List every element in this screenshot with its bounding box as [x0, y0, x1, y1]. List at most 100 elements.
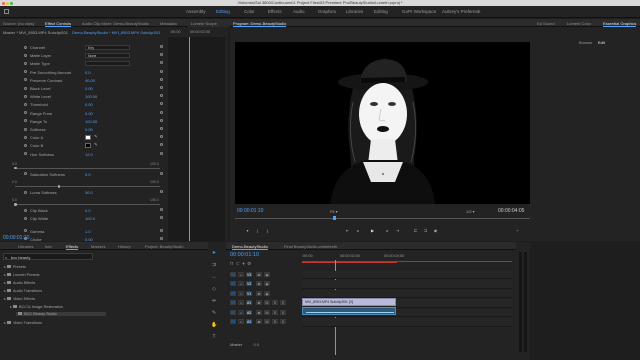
eyedropper-icon[interactable]: ✎ — [94, 142, 98, 148]
track-target[interactable]: A2 — [246, 309, 252, 315]
master-value[interactable]: 0.0 — [253, 342, 259, 347]
button-editor-icon[interactable]: + — [515, 228, 520, 233]
ec-row-value[interactable]: 100.00 — [85, 94, 97, 99]
audio-clip[interactable] — [302, 307, 396, 315]
color-swatch[interactable] — [85, 142, 91, 148]
ec-row-param[interactable]: White Level 100.00 — [0, 93, 228, 101]
stopwatch-icon[interactable] — [24, 70, 27, 74]
effects-tree-item[interactable]: ▸ Presets — [4, 264, 26, 269]
effects-tree-item[interactable]: ▸ Audio Transitions — [4, 288, 42, 293]
linked-selection-icon[interactable]: ⊂ — [236, 261, 240, 266]
slider-knob[interactable] — [14, 166, 17, 170]
tab-project[interactable]: Project: BeautyStudio — [145, 244, 183, 249]
workspace-gopr[interactable]: GoPr Workspace — [402, 9, 436, 14]
reset-parameter-icon[interactable] — [160, 208, 163, 212]
track-header[interactable]: ⌂ A1 ⇄ M S ⚲ — [226, 299, 301, 308]
track-lane[interactable] — [302, 280, 512, 289]
reset-parameter-icon[interactable] — [160, 190, 163, 193]
program-video-frame[interactable] — [235, 42, 530, 204]
sync-lock-icon[interactable]: ⇄ — [256, 290, 262, 296]
mark-in-icon[interactable]: { — [255, 228, 260, 233]
ec-row-param[interactable]: Clip White 100.0 — [0, 215, 228, 223]
lock-icon[interactable]: ⌂ — [238, 309, 244, 315]
tab-final-beautystudio[interactable]: Final BeautyStudio-whiteteeth — [284, 244, 337, 249]
slider-knob[interactable] — [57, 185, 60, 188]
ec-row-param[interactable]: Channel Key — [0, 44, 228, 52]
stopwatch-icon[interactable] — [24, 127, 27, 131]
minimize-window-icon[interactable] — [6, 2, 9, 5]
track-target[interactable]: V1 — [246, 290, 252, 296]
timeline-timecode[interactable]: 00:00:01:10 — [230, 252, 259, 258]
effects-tree-item[interactable]: ▸ Audio Effects — [4, 280, 35, 285]
mute-icon[interactable]: M — [264, 319, 270, 324]
reset-parameter-icon[interactable] — [160, 135, 163, 139]
workspace-editing[interactable]: Editing — [216, 9, 230, 14]
microphone-icon[interactable]: ⚲ — [280, 319, 286, 324]
eye-icon[interactable]: ◉ — [264, 271, 270, 277]
sync-lock-icon[interactable]: ⇄ — [256, 319, 262, 324]
slider-knob[interactable] — [14, 203, 17, 206]
hand-tool-icon[interactable]: ✋ — [211, 322, 217, 328]
lock-icon[interactable]: ⌂ — [238, 319, 244, 324]
reset-parameter-icon[interactable] — [160, 102, 163, 106]
stopwatch-icon[interactable] — [24, 143, 27, 147]
stopwatch-icon[interactable] — [24, 61, 27, 65]
source-patch[interactable] — [230, 319, 236, 324]
slider-track[interactable] — [15, 186, 160, 187]
reset-parameter-icon[interactable] — [160, 171, 163, 175]
ec-row-param[interactable]: Threshold 0.00 — [0, 101, 228, 109]
reset-parameter-icon[interactable] — [160, 143, 163, 147]
lock-icon[interactable]: ⌂ — [238, 300, 244, 305]
ec-row-value[interactable]: 30.0 — [85, 190, 93, 195]
ec-row-param[interactable]: Pre Smoothing Amount 0.0 — [0, 69, 228, 77]
program-timecode-current[interactable]: 00:00:01:10 — [237, 208, 263, 214]
ec-row-param[interactable]: Matte Type — [0, 60, 228, 68]
ec-row-value[interactable]: 12.0 — [85, 152, 93, 157]
stopwatch-icon[interactable] — [24, 102, 27, 106]
ec-row-value[interactable]: 100.00 — [85, 119, 97, 124]
ec-row-dropdown[interactable] — [85, 60, 130, 66]
ec-row-param[interactable]: Saturation Softness 0.0 — [0, 171, 228, 179]
tab-lumetri-scope[interactable]: Lumetri Scope — [191, 21, 217, 26]
program-time-ruler[interactable] — [235, 216, 530, 220]
ec-row-param[interactable]: Range From 0.00 — [0, 110, 228, 118]
go-to-out-icon[interactable]: ⇥ — [395, 228, 400, 233]
step-forward-icon[interactable]: ▸ — [385, 228, 390, 233]
workspace-effects[interactable]: Effects — [268, 9, 282, 14]
wrench-icon[interactable]: ⚙ — [247, 261, 251, 266]
eyedropper-icon[interactable]: ✎ — [94, 134, 98, 140]
ec-row-value[interactable]: 0.0 — [85, 208, 91, 213]
reset-parameter-icon[interactable] — [160, 94, 163, 98]
reset-parameter-icon[interactable] — [160, 228, 163, 232]
stopwatch-icon[interactable] — [24, 216, 27, 220]
ec-row-param[interactable]: Color A ✎ — [0, 134, 228, 142]
workspace-libraries[interactable]: Libraries — [346, 9, 363, 14]
ec-row-value[interactable]: 0.0 — [85, 70, 91, 75]
export-frame-icon[interactable]: ◉ — [433, 228, 438, 233]
workspace-assembly[interactable]: Assembly — [186, 9, 206, 14]
stopwatch-icon[interactable] — [24, 190, 27, 194]
subtab-browse[interactable]: Browse — [579, 40, 592, 45]
ec-row-dropdown[interactable]: None — [85, 52, 130, 58]
stopwatch-icon[interactable] — [24, 135, 27, 139]
reset-parameter-icon[interactable] — [160, 216, 163, 220]
ec-row-param[interactable]: Matte Layer None — [0, 52, 228, 60]
add-marker-icon[interactable]: ▾ — [245, 228, 250, 233]
stopwatch-icon[interactable] — [24, 78, 27, 82]
slider-track[interactable] — [15, 167, 160, 169]
stopwatch-icon[interactable] — [24, 94, 27, 98]
track-target[interactable]: V2 — [246, 281, 252, 286]
timeline-ruler[interactable]: :00:00 00:00:02:00 00:00:04:00 — [302, 254, 512, 264]
add-marker-timeline-icon[interactable]: ▾ — [242, 261, 244, 266]
ec-row-param[interactable]: Gamma 1.0 — [0, 228, 228, 236]
close-window-icon[interactable] — [2, 2, 5, 5]
track-header[interactable]: ⌂ V2 ⇄ ◉ — [226, 280, 301, 289]
master-clip-label[interactable]: Master * MVI_8953.MP4 SubclipS01 — [3, 30, 68, 35]
tab-lumetri-color[interactable]: Lumetri Color — [567, 21, 591, 26]
ec-row-param[interactable]: Clip Black 0.0 — [0, 207, 228, 215]
go-to-in-icon[interactable]: ⇤ — [345, 228, 350, 233]
sync-lock-icon[interactable]: ⇄ — [256, 309, 262, 315]
stopwatch-icon[interactable] — [24, 111, 27, 115]
ec-row-param[interactable]: Black Level 0.00 — [0, 85, 228, 93]
stopwatch-icon[interactable] — [24, 53, 27, 57]
